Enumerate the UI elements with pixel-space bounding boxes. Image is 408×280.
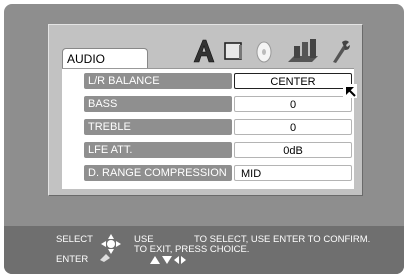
speaker-icon[interactable]: [284, 36, 322, 66]
row-value[interactable]: MID: [234, 165, 352, 181]
tab-icons: [148, 34, 354, 68]
display-icon[interactable]: [222, 40, 244, 62]
row-value[interactable]: 0dB: [234, 142, 352, 158]
audio-settings-list: L/R BALANCE CENTER BASS 0 TREBLE 0 LFE A…: [62, 68, 354, 189]
row-value[interactable]: 0: [234, 119, 352, 135]
tab-row: AUDIO: [62, 34, 354, 68]
cursor-arrow-icon: [343, 84, 357, 98]
osd-screen: AUDIO L/R BALANCE CENTER BASS 0 TREBLE 0…: [4, 4, 404, 274]
row-value[interactable]: CENTER: [234, 73, 352, 89]
select-label: SELECT: [56, 234, 93, 245]
row-label: L/R BALANCE: [84, 73, 232, 89]
wrench-icon[interactable]: [328, 38, 352, 64]
row-value[interactable]: 0: [234, 96, 352, 112]
tab-audio[interactable]: AUDIO: [62, 48, 148, 68]
row-label: LFE ATT.: [84, 142, 232, 158]
help-bar: SELECT ENTER USE TO SELECT, USE ENTER TO…: [4, 226, 404, 274]
arrow-keys-icon: [150, 256, 186, 264]
row-label: D. RANGE COMPRESSION: [84, 165, 232, 181]
disc-icon[interactable]: [252, 40, 276, 64]
row-label: TREBLE: [84, 119, 232, 135]
row-label: BASS: [84, 96, 232, 112]
audio-a-icon[interactable]: [192, 38, 216, 64]
remote-control-icon: [100, 234, 121, 262]
enter-label: ENTER: [56, 254, 89, 265]
